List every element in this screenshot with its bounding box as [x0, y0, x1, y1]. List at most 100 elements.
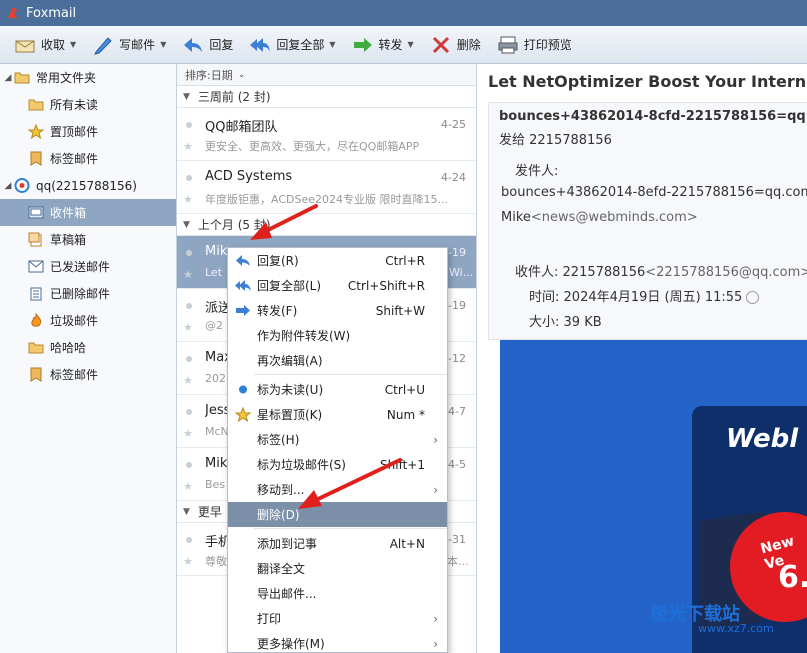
menu-item-export[interactable]: 导出邮件...: [228, 581, 447, 606]
reply-all-button[interactable]: 回复全部 ▼: [243, 30, 341, 60]
unread-dot-icon[interactable]: [186, 462, 192, 468]
compose-button[interactable]: 写邮件 ▼: [86, 30, 172, 60]
deleted-icon: [30, 287, 42, 301]
mail-group-header[interactable]: ▼ 三周前 (2 封): [177, 86, 476, 108]
delete-button[interactable]: 删除: [424, 30, 487, 60]
sort-selector[interactable]: 排序:日期 ⌄: [177, 64, 476, 86]
star-icon[interactable]: ★: [183, 268, 193, 281]
sent-to-line: 发给 2215788156: [499, 133, 612, 148]
collapse-triangle-icon: ▼: [183, 506, 190, 517]
compose-icon: [94, 36, 112, 55]
expand-triangle-icon[interactable]: ◢: [2, 181, 14, 191]
sent-icon: [28, 260, 44, 273]
menu-item-forward[interactable]: 转发(F) Shift+W: [228, 298, 447, 323]
star-icon[interactable]: ★: [183, 427, 193, 440]
menu-item-tags[interactable]: 标签(H) ›: [228, 427, 447, 452]
qq-account-icon: [14, 178, 30, 193]
menu-item-delete[interactable]: 删除(D): [228, 502, 447, 527]
chevron-down-icon: ▼: [160, 40, 167, 49]
tag-icon: [30, 367, 42, 382]
unread-dot-icon[interactable]: [186, 250, 192, 256]
forward-icon: [236, 305, 250, 316]
sidebar-item-sent[interactable]: 已发送邮件: [0, 253, 176, 280]
menu-item-print[interactable]: 打印 ›: [228, 606, 447, 631]
folder-icon: [28, 99, 44, 111]
reply-button[interactable]: 回复: [176, 30, 239, 60]
unread-dot-icon[interactable]: [186, 409, 192, 415]
sidebar-item-junk[interactable]: 垃圾邮件: [0, 307, 176, 334]
reply-all-icon: [250, 37, 271, 52]
recipient-line: 收件人: 2215788156<2215788156@qq.com>: [515, 265, 807, 280]
menu-item-more-actions[interactable]: 更多操作(M) ›: [228, 631, 447, 653]
sidebar-item-tagged-mail[interactable]: 标签邮件: [0, 361, 176, 388]
sender-address[interactable]: bounces+43862014-8efd-2215788156=qq.com<: [501, 185, 807, 200]
watermark-logo: 极光下载站 www.xz7.com: [650, 604, 774, 635]
sidebar-item-tagged[interactable]: 标签邮件: [0, 145, 176, 172]
context-menu: 回复(R) Ctrl+R 回复全部(L) Ctrl+Shift+R 转发(F) Shi…: [227, 247, 448, 653]
sender-label: 发件人:: [515, 164, 559, 179]
sidebar-item-drafts[interactable]: 草稿箱: [0, 226, 176, 253]
drafts-icon: [28, 232, 42, 247]
unread-dot-icon[interactable]: [186, 175, 192, 181]
folder-icon: [14, 72, 30, 84]
chevron-right-icon: ›: [433, 636, 438, 651]
star-icon[interactable]: ★: [183, 321, 193, 334]
reply-all-icon: [235, 280, 251, 291]
reply-icon: [184, 37, 203, 52]
menu-item-move-to[interactable]: 移动到... ›: [228, 477, 447, 502]
mail-header-box: bounces+43862014-8cfd-2215788156=qq.com …: [488, 102, 807, 340]
size-line: 大小: 39 KB: [529, 315, 602, 330]
menu-item-forward-as-attachment[interactable]: 作为附件转发(W): [228, 323, 447, 348]
menu-item-mark-unread[interactable]: 标为未读(U) Ctrl+U: [228, 377, 447, 402]
star-icon[interactable]: ★: [183, 140, 193, 153]
delete-icon: [432, 36, 449, 53]
menu-item-reply-all[interactable]: 回复全部(L) Ctrl+Shift+R: [228, 273, 447, 298]
sidebar-item-inbox[interactable]: 收件箱: [0, 199, 176, 226]
sidebar-account[interactable]: ◢ qq(2215788156): [0, 172, 176, 199]
menu-item-edit-again[interactable]: 再次编辑(A): [228, 348, 447, 373]
folder-icon: [28, 342, 44, 354]
foxmail-logo-icon: [8, 7, 18, 18]
star-icon[interactable]: ★: [183, 555, 193, 568]
unread-dot-icon[interactable]: [186, 537, 192, 543]
menu-item-translate[interactable]: 翻译全文: [228, 556, 447, 581]
print-preview-button[interactable]: 打印预览: [491, 30, 578, 60]
menu-item-reply[interactable]: 回复(R) Ctrl+R: [228, 248, 447, 273]
sender-contact[interactable]: Mike<news@webminds.com>: [501, 210, 698, 225]
chevron-down-icon: ▼: [407, 40, 414, 49]
star-icon: [235, 407, 251, 422]
star-icon[interactable]: ★: [183, 193, 193, 206]
banner-brand-text: Webl: [726, 424, 799, 454]
mail-item[interactable]: ★ QQ邮箱团队 4-25 更安全、更高效、更强大，尽在QQ邮箱APP: [177, 108, 476, 161]
inbox-icon: [28, 206, 44, 219]
menu-item-add-to-notes[interactable]: 添加到记事 Alt+N: [228, 531, 447, 556]
reading-pane: Let NetOptimizer Boost Your Internet & b…: [478, 64, 807, 653]
sidebar-item-all-unread[interactable]: 所有未读: [0, 91, 176, 118]
receive-button[interactable]: 收取 ▼: [8, 30, 82, 60]
sidebar-group-common[interactable]: ◢ 常用文件夹: [0, 64, 176, 91]
unread-dot-icon[interactable]: [186, 356, 192, 362]
forward-button[interactable]: 转发 ▼: [346, 30, 420, 60]
expand-triangle-icon[interactable]: ◢: [2, 73, 14, 83]
mail-item[interactable]: ★ ACD Systems 4-24 年度版钜惠，ACDSee2024专业版 限…: [177, 161, 476, 214]
chevron-right-icon: ›: [433, 482, 438, 497]
reply-icon: [236, 255, 250, 266]
forward-icon: [353, 37, 372, 52]
unread-dot-icon[interactable]: [186, 303, 192, 309]
toolbar: 收取 ▼ 写邮件 ▼ 回复 回复全部 ▼ 转发 ▼ 删除 打印预览: [0, 26, 807, 64]
tag-icon: [30, 151, 42, 166]
sidebar-item-pinned[interactable]: 置顶邮件: [0, 118, 176, 145]
collapse-triangle-icon: ▼: [183, 219, 190, 230]
sidebar-item-deleted[interactable]: 已删除邮件: [0, 280, 176, 307]
star-icon[interactable]: ★: [183, 480, 193, 493]
time-line: 时间: 2024年4月19日 (周五) 11:55: [529, 286, 760, 305]
from-address: bounces+43862014-8cfd-2215788156=qq.com: [499, 109, 807, 124]
chevron-right-icon: ›: [433, 611, 438, 626]
star-icon[interactable]: ★: [183, 374, 193, 387]
sidebar-item-custom-folder[interactable]: 哈哈哈: [0, 334, 176, 361]
clock-icon[interactable]: [746, 291, 760, 304]
mail-group-header[interactable]: ▼ 上个月 (5 封): [177, 214, 476, 236]
menu-item-mark-spam[interactable]: 标为垃圾邮件(S) Shift+1: [228, 452, 447, 477]
menu-item-star-pin[interactable]: 星标置顶(K) Num *: [228, 402, 447, 427]
unread-dot-icon[interactable]: [186, 122, 192, 128]
